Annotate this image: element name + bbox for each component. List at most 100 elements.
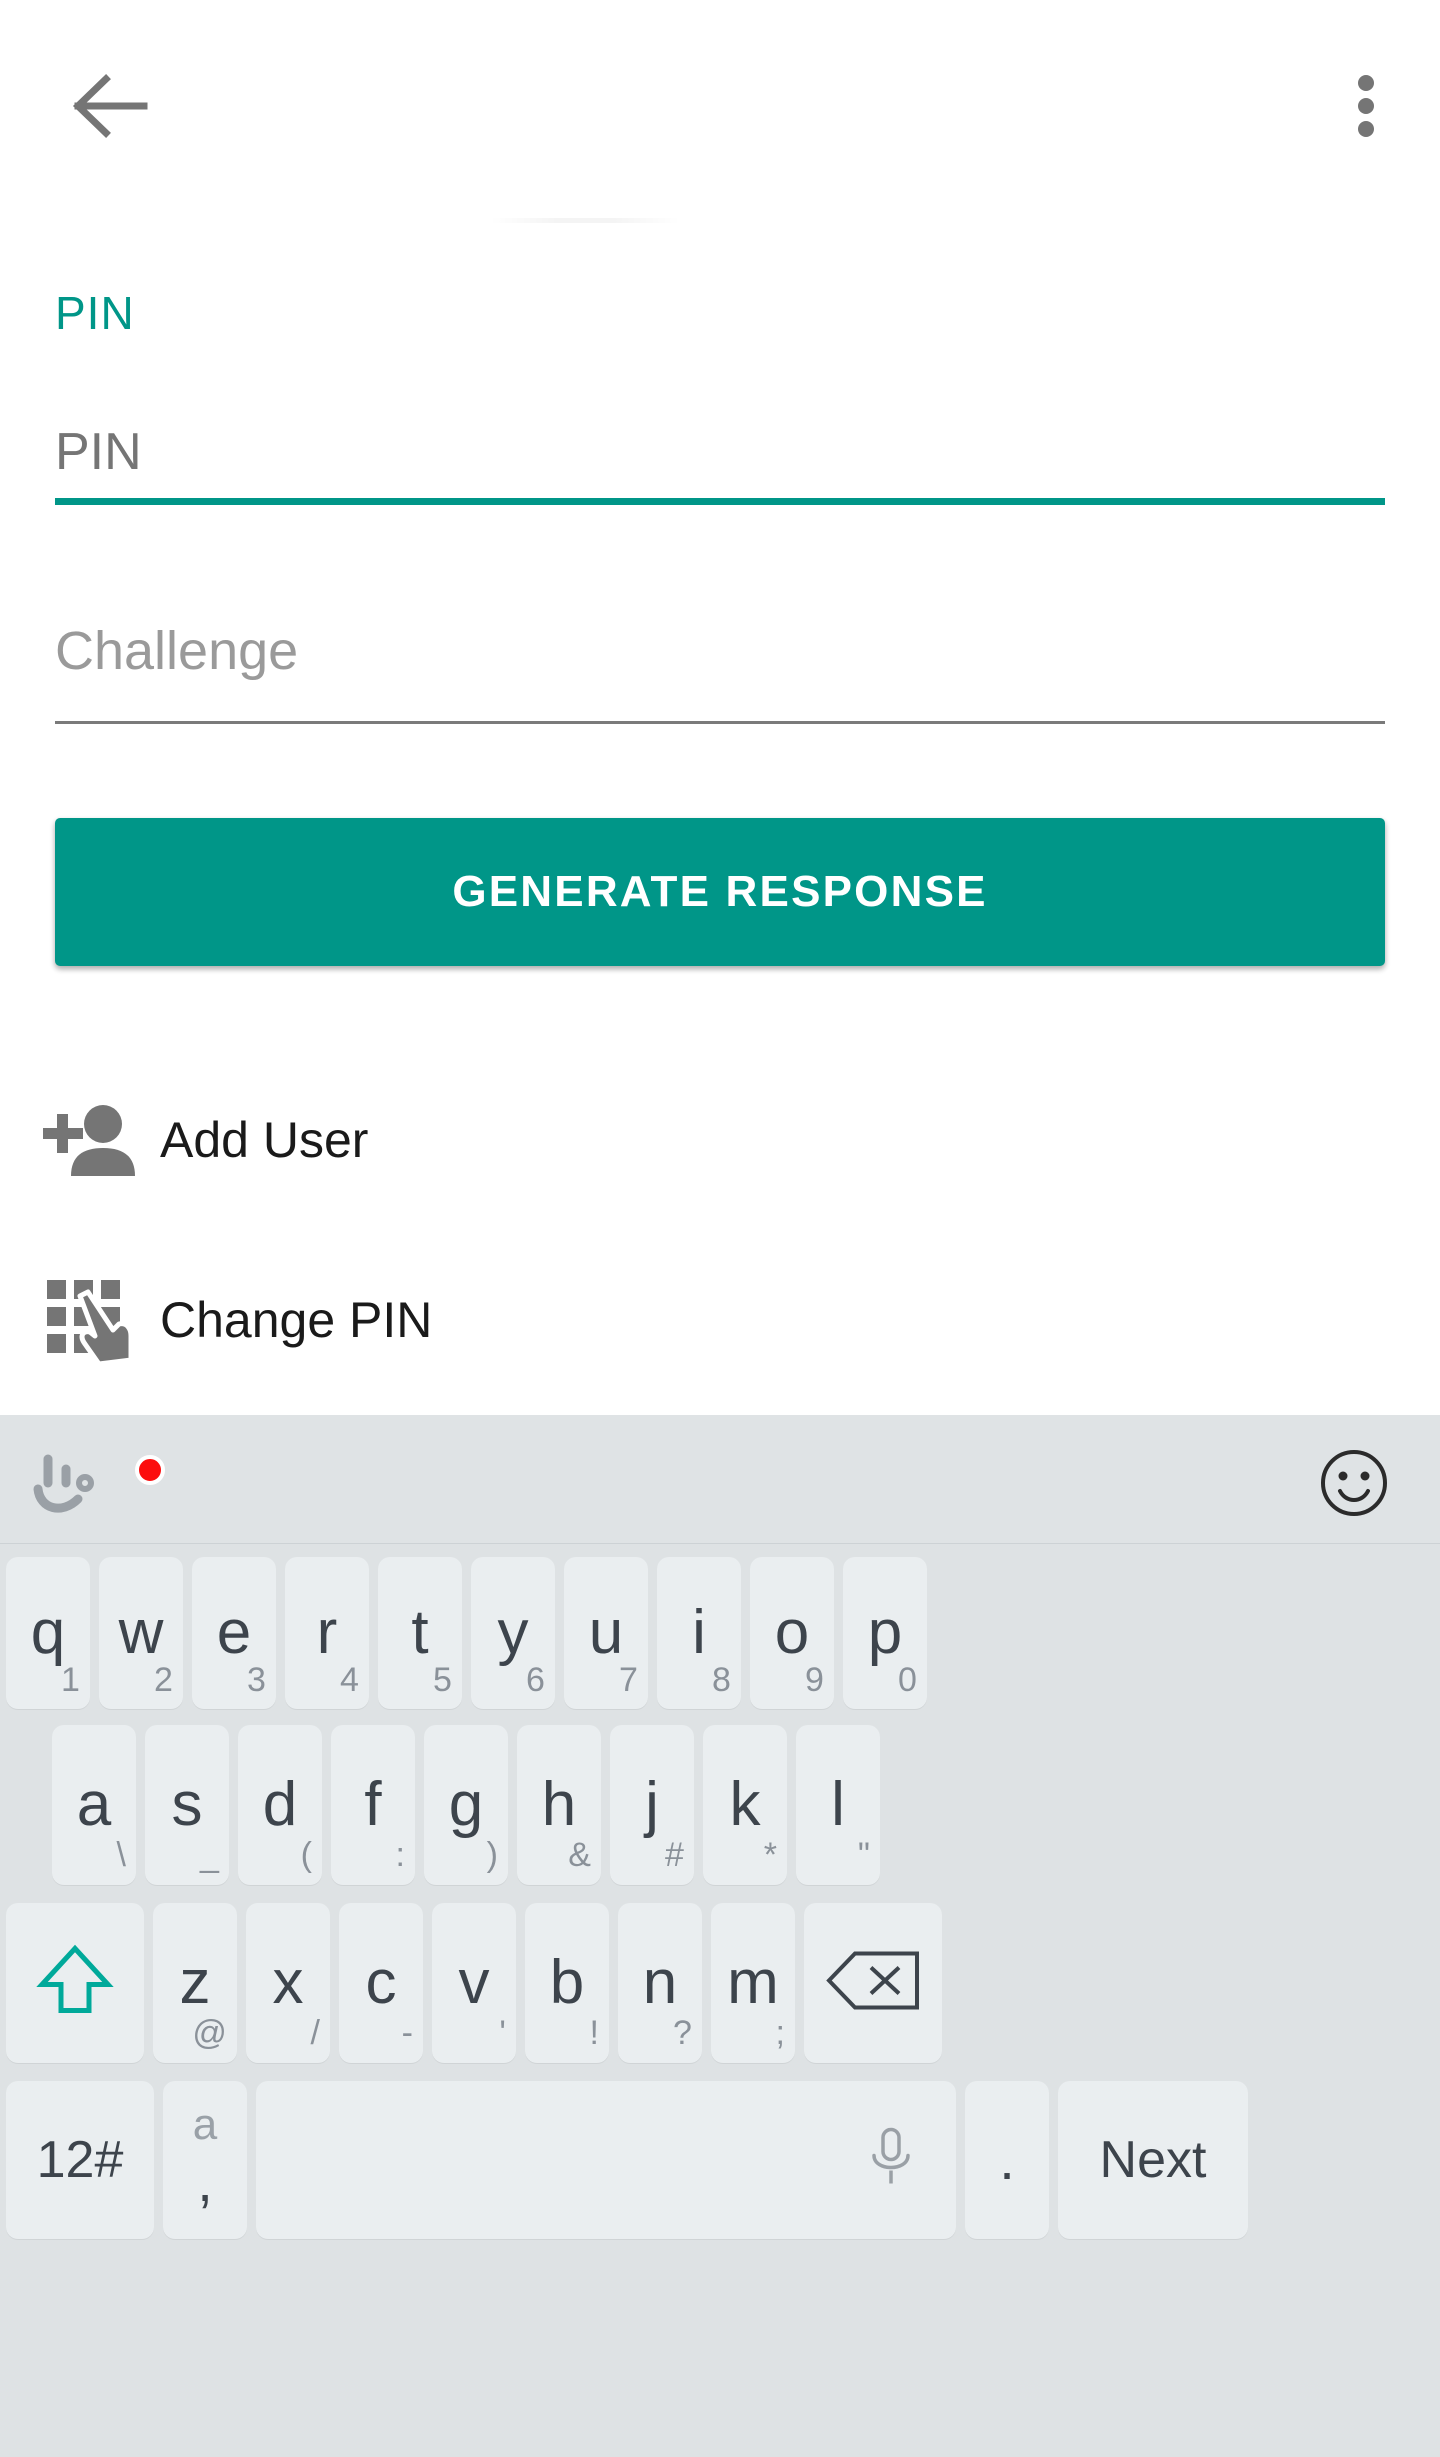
- key-label: .: [999, 2128, 1015, 2191]
- key-sub-label: ;: [775, 2014, 785, 2053]
- menu-item-change-pin[interactable]: Change PIN: [0, 1255, 1440, 1385]
- key-label: r: [316, 1598, 338, 1667]
- key-sub-label: #: [665, 1836, 684, 1875]
- key-space[interactable]: [256, 2081, 956, 2239]
- pin-input[interactable]: [55, 410, 1385, 494]
- key-sub-label: _: [200, 1836, 219, 1875]
- key-sub-label: :: [395, 1836, 405, 1875]
- key-g[interactable]: g): [424, 1725, 508, 1885]
- key-label: 12#: [36, 2131, 124, 2189]
- challenge-input[interactable]: [55, 605, 1385, 697]
- key-sub-label: 3: [247, 1660, 266, 1699]
- key-a[interactable]: a \: [52, 1725, 136, 1885]
- key-sub-label: 7: [619, 1660, 638, 1699]
- key-sub-label: @: [192, 2014, 227, 2053]
- key-12#[interactable]: 12#: [6, 2081, 154, 2239]
- challenge-field: [55, 605, 1385, 730]
- key-label: v: [458, 1948, 490, 2017]
- key-label: s: [171, 1770, 203, 1839]
- key-sub-label: 9: [805, 1660, 824, 1699]
- key-t[interactable]: t5: [378, 1557, 462, 1709]
- menu-item-add-user[interactable]: Add User: [0, 1075, 1440, 1205]
- key-label: c: [365, 1948, 397, 2017]
- challenge-underline: [55, 721, 1385, 724]
- key-k[interactable]: k *: [703, 1725, 787, 1885]
- notification-badge-dot: [135, 1455, 165, 1485]
- key-f[interactable]: f:: [331, 1725, 415, 1885]
- key-sub-label: 1: [61, 1660, 80, 1699]
- key-i[interactable]: i8: [657, 1557, 741, 1709]
- pin-field: PIN: [55, 290, 1385, 510]
- key-sub-label: \: [116, 1836, 126, 1875]
- emoji-smiley-icon[interactable]: [1318, 1447, 1390, 1519]
- touchpal-logo-icon[interactable]: [32, 1447, 102, 1515]
- key-n[interactable]: n?: [618, 1903, 702, 2063]
- key-label: t: [411, 1598, 429, 1667]
- key-y[interactable]: y6: [471, 1557, 555, 1709]
- key-label: k: [729, 1770, 761, 1839]
- key-label: i: [692, 1598, 706, 1667]
- key-label: b: [549, 1948, 585, 2017]
- menu-item-label: Change PIN: [160, 1292, 433, 1348]
- key-p[interactable]: p0: [843, 1557, 927, 1709]
- key-b[interactable]: b!: [525, 1903, 609, 2063]
- key-u[interactable]: u7: [564, 1557, 648, 1709]
- keyboard-row-4: 12# a,. Next: [0, 2081, 1440, 2239]
- key-h[interactable]: h &: [517, 1725, 601, 1885]
- key-Next[interactable]: Next: [1058, 2081, 1248, 2239]
- virtual-keyboard: q1w2e3r4t5y6u7i8o9p0 a \ s _ d(f: g) h & j # k * l " …: [0, 1415, 1440, 2457]
- app-bar: [0, 0, 1440, 210]
- generate-response-button[interactable]: GENERATE RESPONSE: [55, 818, 1385, 966]
- app-screen: PIN GENERATE RESPONSE Add User: [0, 0, 1440, 1415]
- key-period[interactable]: .: [965, 2081, 1049, 2239]
- key-sub-label: 0: [898, 1660, 917, 1699]
- key-label: p: [867, 1598, 903, 1667]
- keyboard-toolbar: [0, 1415, 1440, 1544]
- key-alt-label: a: [192, 2100, 218, 2150]
- shift-icon: [36, 1941, 114, 2026]
- key-x[interactable]: x /: [246, 1903, 330, 2063]
- key-label: Next: [1099, 2131, 1207, 2189]
- key-sub-label: *: [763, 1836, 777, 1875]
- key-sub-label: ): [486, 1836, 498, 1875]
- menu-item-label: Add User: [160, 1112, 369, 1168]
- back-button[interactable]: [55, 50, 167, 162]
- key-comma[interactable]: a,: [163, 2081, 247, 2239]
- key-label: z: [179, 1948, 211, 2017]
- key-label: n: [642, 1948, 678, 2017]
- key-r[interactable]: r4: [285, 1557, 369, 1709]
- key-v[interactable]: v ': [432, 1903, 516, 2063]
- keyboard-row-3: z @ x / c - v ' b! n? m;: [0, 1903, 1440, 2063]
- person-add-icon: [30, 1098, 148, 1182]
- key-label: d: [262, 1770, 298, 1839]
- key-s[interactable]: s _: [145, 1725, 229, 1885]
- key-sub-label: 2: [154, 1660, 173, 1699]
- key-w[interactable]: w2: [99, 1557, 183, 1709]
- key-label: h: [541, 1770, 577, 1839]
- overflow-menu-button[interactable]: [1310, 50, 1422, 162]
- key-sub-label: (: [300, 1836, 312, 1875]
- toolbar-shadow-artifact: [490, 218, 680, 223]
- key-q[interactable]: q1: [6, 1557, 90, 1709]
- key-d[interactable]: d(: [238, 1725, 322, 1885]
- key-l[interactable]: l ": [796, 1725, 880, 1885]
- key-backspace[interactable]: [804, 1903, 942, 2063]
- microphone-icon[interactable]: [868, 2127, 914, 2194]
- key-z[interactable]: z @: [153, 1903, 237, 2063]
- key-label: q: [30, 1598, 66, 1667]
- key-label: w: [118, 1598, 164, 1667]
- key-label: m: [727, 1948, 779, 2017]
- backspace-icon: [825, 1950, 921, 2017]
- key-m[interactable]: m;: [711, 1903, 795, 2063]
- key-sub-label: !: [589, 2014, 599, 2053]
- key-shift[interactable]: [6, 1903, 144, 2063]
- key-sub-label: ": [857, 1836, 870, 1875]
- key-o[interactable]: o9: [750, 1557, 834, 1709]
- key-label: f: [364, 1770, 382, 1839]
- key-sub-label: 5: [433, 1660, 452, 1699]
- keyboard-row-2: a \ s _ d(f: g) h & j # k * l ": [0, 1725, 1440, 1885]
- key-c[interactable]: c-: [339, 1903, 423, 2063]
- key-j[interactable]: j #: [610, 1725, 694, 1885]
- key-e[interactable]: e3: [192, 1557, 276, 1709]
- key-label: g: [448, 1770, 484, 1839]
